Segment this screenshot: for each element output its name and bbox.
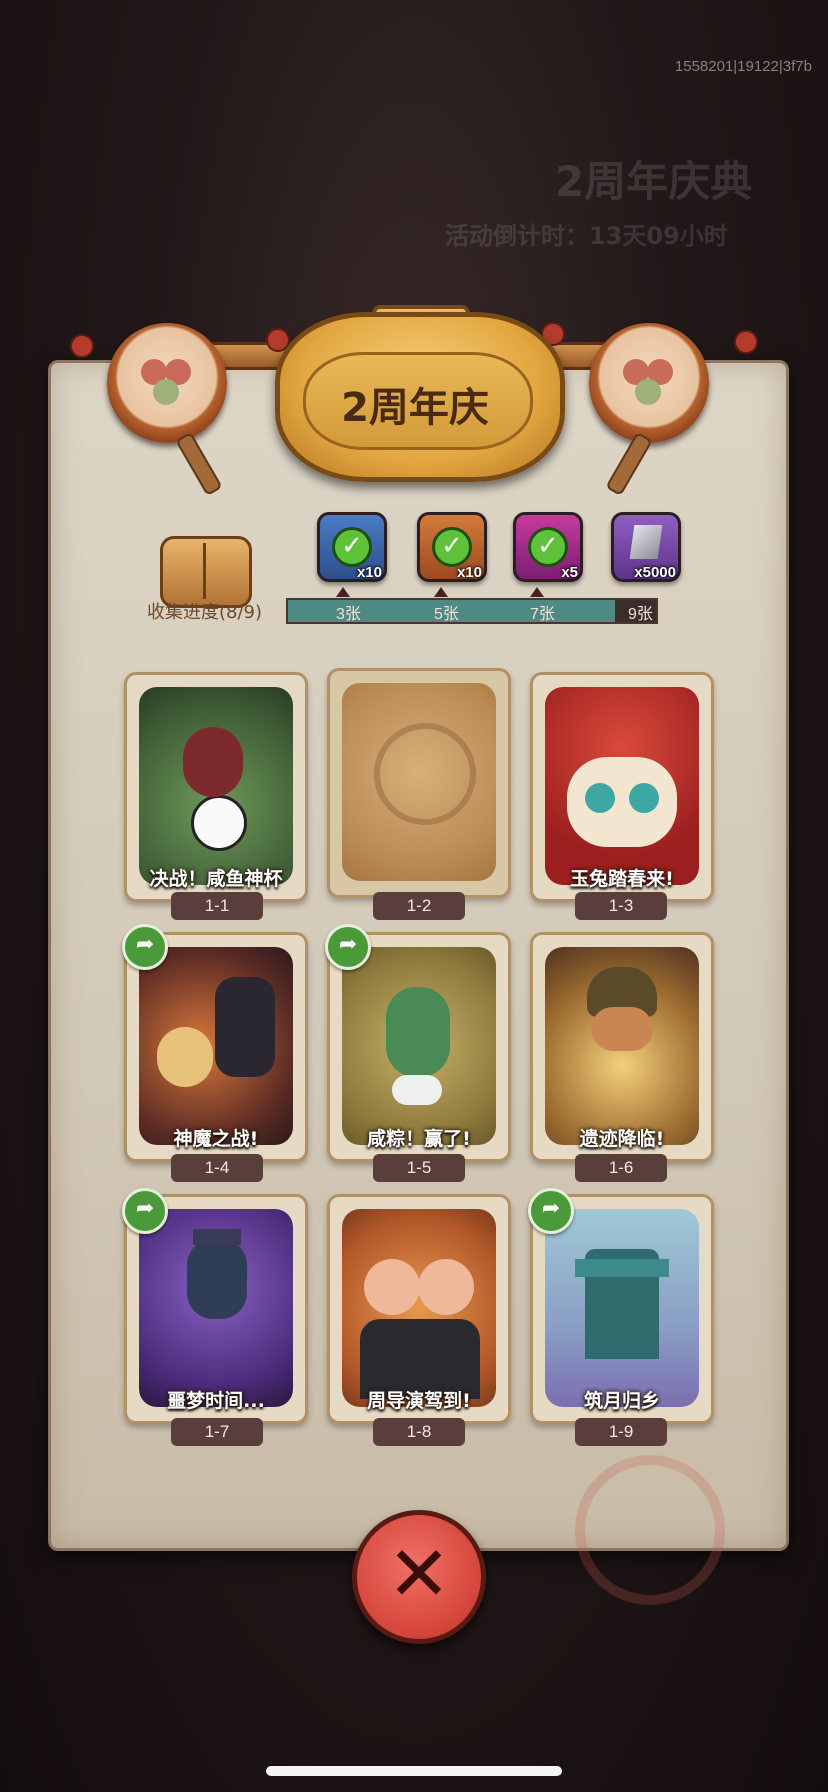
card-number-tab: 1-8 [373,1418,465,1446]
collection-card[interactable]: 玉兔踏春来! [530,672,714,902]
card-illustration [342,1209,496,1407]
share-button[interactable]: ➦ [528,1188,574,1234]
close-icon: ✕ [387,1529,451,1618]
reward-quantity: x5000 [634,564,676,581]
build-id-label: 1558201|19122|3f7b [674,58,812,75]
beam-knob [70,334,94,358]
card-title: 周导演驾到! [367,1390,471,1412]
milestone-marker [434,587,448,597]
card-illustration [139,1209,293,1407]
card-illustration [342,947,496,1145]
checkmark-icon: ✓ [432,527,472,567]
card-title: 决战！咸鱼神杯 [149,868,283,890]
card-illustration [139,687,293,885]
drum-icon [107,323,227,443]
card-title: 咸粽！赢了! [367,1128,471,1150]
card-number-tab: 1-7 [171,1418,263,1446]
drum-icon [589,323,709,443]
collection-card[interactable]: 遗迹降临! [530,932,714,1162]
home-indicator[interactable] [266,1766,562,1776]
card-illustration [545,687,699,885]
reward-quantity: x10 [356,564,382,581]
card-illustration [545,1209,699,1407]
card-number-tab: 1-6 [575,1154,667,1182]
card-number-tab: 1-1 [171,892,263,920]
card-illustration [545,947,699,1145]
collection-progress-label: 收集进度(8/9) [147,602,263,623]
milestone-label: 5张 [434,606,459,623]
page-title: 2周年庆 [341,385,489,431]
background-countdown: 活动倒计时：13天09小时 [445,222,728,250]
card-title: 噩梦时间... [167,1390,265,1412]
card-number-tab: 1-9 [575,1418,667,1446]
share-button[interactable]: ➦ [325,924,371,970]
collection-card[interactable]: 决战！咸鱼神杯 [124,672,308,902]
card-number-tab: 1-3 [575,892,667,920]
background-event-title: 2周年庆典 [555,157,753,206]
card-illustration [139,947,293,1145]
card-title: 筑月归乡 [583,1390,660,1412]
reward-quantity: x5 [561,564,578,581]
collection-card[interactable]: 周导演驾到! [327,1194,511,1424]
card-number-tab: 1-5 [373,1154,465,1182]
milestone-label: 3张 [336,606,361,623]
checkmark-icon: ✓ [528,527,568,567]
card-number-tab: 1-4 [171,1154,263,1182]
card-number-tab: 1-2 [373,892,465,920]
beam-knob [734,330,758,354]
close-button[interactable]: ✕ [352,1510,486,1644]
locked-card-silhouette [342,683,496,881]
reward-golden-key[interactable]: ✓ x10 [417,512,487,582]
card-title: 玉兔踏春来! [570,868,674,890]
milestone-marker [530,587,544,597]
reward-treasure-chest[interactable]: ✓ x10 [317,512,387,582]
milestone-marker [336,587,350,597]
milestone-label: 9张 [628,606,653,623]
milestone-label: 7张 [530,606,555,623]
card-title: 神魔之战! [173,1128,259,1150]
collection-card-locked[interactable] [327,668,511,898]
seal-stamp [575,1455,725,1605]
stone-crystal-icon [629,525,663,559]
checkmark-icon: ✓ [332,527,372,567]
share-button[interactable]: ➦ [122,924,168,970]
card-title: 遗迹降临! [579,1128,665,1150]
reward-quantity: x10 [456,564,482,581]
reward-stone-crystal[interactable]: x5000 [611,512,681,582]
share-button[interactable]: ➦ [122,1188,168,1234]
reward-purple-orb[interactable]: ✓ x5 [513,512,583,582]
